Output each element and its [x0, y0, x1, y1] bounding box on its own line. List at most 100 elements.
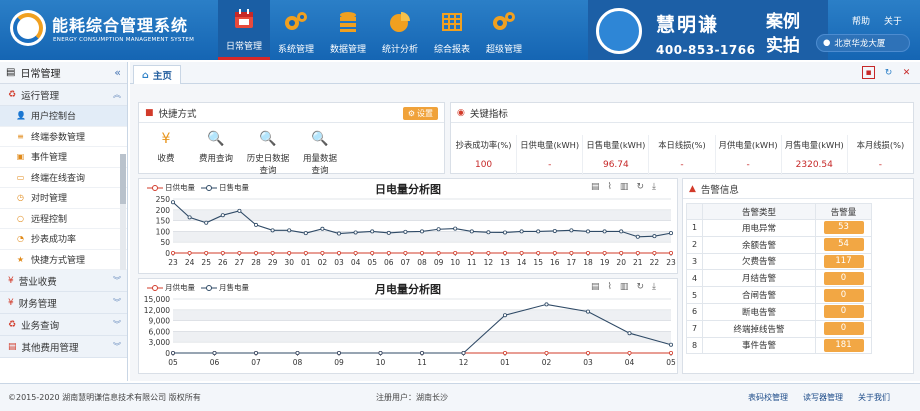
sidebar-item-read-rate[interactable]: ◔ 抄表成功率 — [0, 229, 127, 250]
fullscreen-icon[interactable]: ▪ — [862, 66, 875, 79]
shortcut-fee-query[interactable]: 🔍 费用查询 — [191, 131, 241, 165]
line-switch-icon[interactable]: ⌇ — [608, 182, 612, 192]
y-tick-label: 150 — [156, 217, 171, 226]
sidebar-group-finance[interactable]: ¥ 财务管理 ︾ — [0, 292, 127, 314]
x-tick-label: 09 — [334, 358, 344, 367]
footer-link-meter-calibration[interactable]: 表码校管理 — [748, 392, 788, 403]
table-row: 3 欠费告警 117 — [686, 252, 872, 271]
collapse-sidebar-icon[interactable]: « — [114, 66, 121, 79]
line-switch-icon[interactable]: ⌇ — [608, 282, 612, 292]
scrollbar-thumb[interactable] — [120, 154, 126, 204]
data-point — [602, 229, 607, 234]
help-link[interactable]: 帮助 — [852, 14, 870, 27]
x-tick-label: 24 — [185, 258, 195, 267]
sidebar: ▤ 日常管理 « ♻ 运行管理 ︽ 👤 用户控制台 ≡ 终端参数管理 ▣ 事件管理 ▭… — [0, 62, 128, 381]
nav-reports[interactable]: 综合报表 — [426, 0, 478, 60]
grid-band — [173, 331, 671, 343]
data-point — [419, 351, 424, 356]
alarm-type: 合闸告警 — [702, 286, 816, 304]
folder-icon: ■ — [145, 107, 154, 118]
nav-stats[interactable]: 统计分析 — [374, 0, 426, 60]
x-tick-label: 06 — [384, 258, 394, 267]
x-tick-label: 27 — [235, 258, 245, 267]
bar-switch-icon[interactable]: ▥ — [620, 182, 629, 192]
x-tick-label: 21 — [633, 258, 643, 267]
chevron-down-icon: ︾ — [113, 342, 121, 351]
nav-system[interactable]: 系统管理 — [270, 0, 322, 60]
sidebar-item-user-console[interactable]: 👤 用户控制台 — [0, 106, 127, 127]
sidebar-group-other-fees[interactable]: ▤ 其他费用管理 ︾ — [0, 336, 127, 358]
sidebar-item-remote-control[interactable]: ○ 远程控制 — [0, 208, 127, 229]
alarm-count-badge[interactable]: 0 — [823, 288, 864, 302]
data-point — [171, 251, 176, 256]
nav-data[interactable]: 数据管理 — [322, 0, 374, 60]
x-tick-label: 01 — [500, 358, 510, 367]
about-link[interactable]: 关于 — [884, 14, 902, 27]
alarm-count-badge[interactable]: 0 — [823, 322, 864, 336]
chart-toolbox: ▤ ⌇ ▥ ↻ ⤓ — [591, 182, 656, 192]
shortcut-charge[interactable]: ¥ 收费 — [141, 132, 191, 165]
kpi-value: - — [680, 160, 684, 170]
kpi-panel: ◉ 关键指标 抄表成功率(%) 100 日供电量(kWH) - 日售电量(kWH) 9… — [450, 102, 914, 175]
data-point — [237, 208, 242, 213]
refresh-icon[interactable]: ↻ — [882, 66, 895, 79]
alarm-count-badge[interactable]: 54 — [823, 238, 864, 252]
sidebar-group-billing[interactable]: ¥ 营业收费 ︾ — [0, 270, 127, 292]
tab-home[interactable]: ⌂ 主页 — [133, 65, 181, 84]
data-point — [171, 351, 176, 356]
footer-link-reader-mgmt[interactable]: 读写器管理 — [803, 392, 843, 403]
close-icon[interactable]: ✕ — [900, 66, 913, 79]
bar-switch-icon[interactable]: ▥ — [620, 282, 629, 292]
sidebar-group-operation[interactable]: ♻ 运行管理 ︽ — [0, 84, 127, 106]
download-icon[interactable]: ⤓ — [652, 182, 656, 192]
sidebar-group-query[interactable]: ♻ 业务查询 ︾ — [0, 314, 127, 336]
data-view-icon[interactable]: ▤ — [591, 182, 600, 192]
sidebar-item-terminal-params[interactable]: ≡ 终端参数管理 — [0, 126, 127, 147]
data-point — [220, 213, 225, 218]
table-row: 1 用电异常 53 — [686, 219, 872, 237]
alarm-count-badge[interactable]: 117 — [823, 254, 864, 268]
database-icon — [335, 9, 361, 35]
data-point — [295, 351, 300, 356]
footer-link-about-us[interactable]: 关于我们 — [858, 392, 890, 403]
y-tick-label: 12,000 — [144, 306, 170, 315]
sidebar-item-time-sync[interactable]: ◷ 对时管理 — [0, 188, 127, 209]
sidebar-item-terminal-online[interactable]: ▭ 终端在线查询 — [0, 167, 127, 188]
table-row: 6 断电告警 0 — [686, 302, 872, 321]
alarm-count-cell: 53 — [815, 219, 872, 237]
search-icon: ○ — [17, 213, 24, 223]
restore-icon[interactable]: ↻ — [636, 282, 644, 292]
x-tick-label: 29 — [268, 258, 278, 267]
x-tick-label: 10 — [376, 358, 386, 367]
sidebar-item-events[interactable]: ▣ 事件管理 — [0, 147, 127, 168]
y-tick-label: 6,000 — [149, 327, 171, 336]
kpi-value: 96.74 — [602, 160, 629, 170]
x-tick-label: 26 — [218, 258, 228, 267]
alarm-count-cell: 0 — [815, 269, 872, 288]
alarm-count-badge[interactable]: 0 — [823, 305, 864, 319]
search-icon: 🔍 — [207, 131, 225, 147]
col-count: 告警量 — [815, 203, 872, 220]
sidebar-item-shortcut-mgmt[interactable]: ★ 快捷方式管理 — [0, 249, 127, 270]
panel-title: 快捷方式 — [158, 108, 197, 120]
shortcut-usage-query[interactable]: 🔍 用量数据查询 — [295, 132, 345, 177]
alarm-count-badge[interactable]: 181 — [823, 338, 864, 352]
legend-swatch-sale — [201, 284, 217, 291]
alarm-count-badge[interactable]: 0 — [823, 271, 864, 285]
nav-daily[interactable]: 日常管理 — [218, 0, 270, 60]
data-point — [469, 251, 474, 256]
recycle-icon: ♻ — [8, 89, 17, 100]
download-icon[interactable]: ⤓ — [652, 282, 656, 292]
settings-button[interactable]: ⚙ 设置 — [402, 107, 438, 120]
data-point — [303, 231, 308, 236]
restore-icon[interactable]: ↻ — [636, 182, 644, 192]
data-point — [254, 222, 259, 227]
alarm-count-badge[interactable]: 53 — [823, 221, 864, 235]
nav-super[interactable]: 超级管理 — [478, 0, 530, 60]
location-button[interactable]: ● 北京华龙大厦 — [816, 34, 910, 52]
table-row: 5 合闸告警 0 — [686, 286, 872, 304]
shortcut-label: 用量数据查询 — [302, 154, 337, 176]
shortcut-history-query[interactable]: 🔍 历史日数据查询 — [243, 132, 293, 177]
sidebar-item-label: 用户控制台 — [31, 112, 77, 123]
data-view-icon[interactable]: ▤ — [591, 282, 600, 292]
